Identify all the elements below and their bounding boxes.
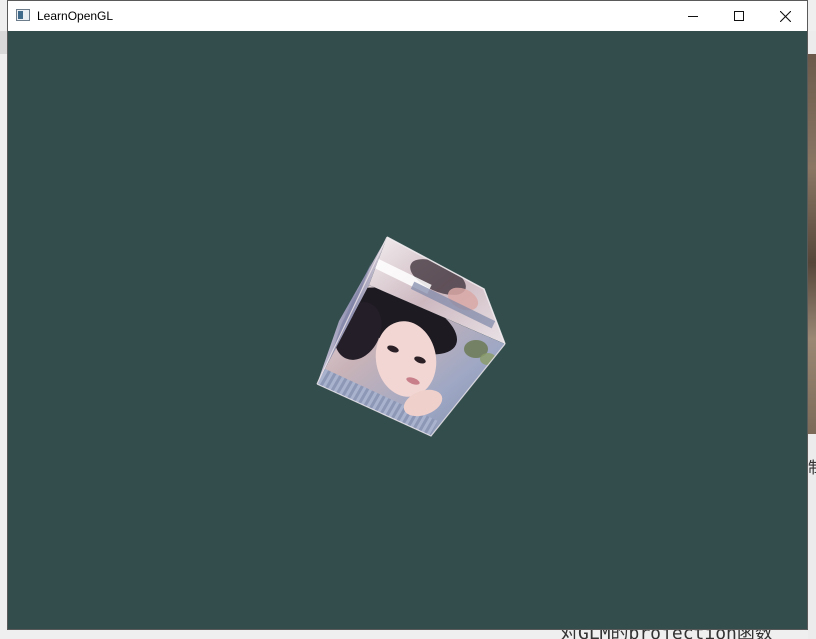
minimize-button[interactable] [670,1,716,31]
background-photo-edge [808,54,816,434]
app-icon [16,9,30,21]
close-icon [779,10,791,22]
background-text-edge: 制 [808,458,816,480]
close-button[interactable] [762,1,808,31]
window-title: LearnOpenGL [37,9,114,23]
opengl-viewport[interactable] [8,31,807,629]
maximize-icon [734,11,744,21]
minimize-icon [688,16,698,17]
maximize-button[interactable] [716,1,762,31]
textured-cube [316,236,506,437]
app-window: LearnOpenGL [7,0,808,630]
title-bar[interactable]: LearnOpenGL [8,1,807,31]
